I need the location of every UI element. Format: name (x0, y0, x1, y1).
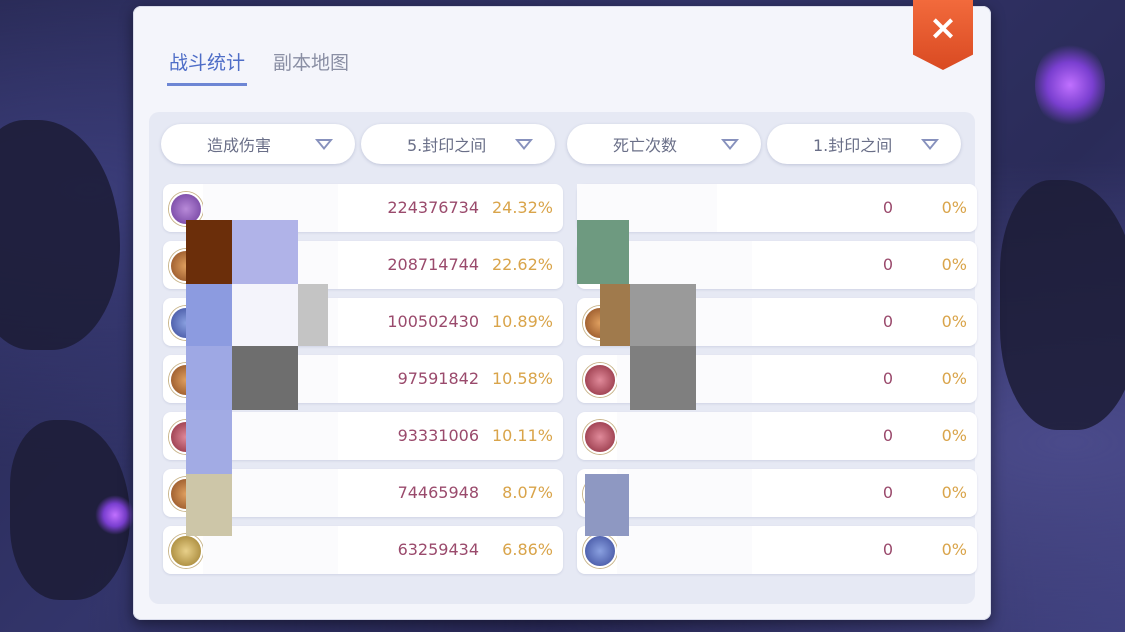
list-item: 0 0% (577, 469, 977, 517)
privacy-mosaic (630, 284, 696, 346)
death-value: 0 (882, 483, 893, 502)
damage-value: 224376734 (387, 198, 479, 217)
death-value: 0 (882, 198, 893, 217)
damage-percent: 24.32% (491, 198, 553, 217)
death-value: 0 (882, 369, 893, 388)
class-icon (583, 363, 617, 397)
stage-dropdown-left[interactable]: 5.封印之间 (361, 124, 555, 164)
blurred-player-name (617, 526, 752, 574)
damage-value: 97591842 (397, 369, 479, 388)
death-value: 0 (882, 426, 893, 445)
damage-value: 74465948 (397, 483, 479, 502)
background-rock (0, 120, 120, 350)
privacy-mosaic (232, 220, 298, 284)
damage-value: 208714744 (387, 255, 479, 274)
chevron-down-icon (921, 138, 939, 150)
close-icon: × (928, 8, 958, 48)
death-percent: 0% (941, 483, 967, 502)
chevron-down-icon (515, 138, 533, 150)
death-value: 0 (882, 540, 893, 559)
dropdown-label: 1.封印之间 (813, 136, 893, 155)
list-item: 0 0% (577, 412, 977, 460)
class-icon (583, 420, 617, 454)
damage-percent: 8.07% (502, 483, 553, 502)
privacy-mosaic (186, 284, 232, 346)
death-percent: 0% (941, 369, 967, 388)
privacy-mosaic (186, 346, 232, 410)
tab-dungeon-map[interactable]: 副本地图 (271, 46, 351, 86)
blurred-player-name (617, 412, 752, 460)
damage-value: 63259434 (397, 540, 479, 559)
stat-type-dropdown-right[interactable]: 死亡次数 (567, 124, 761, 164)
damage-percent: 10.11% (491, 426, 553, 445)
background-rock (1000, 180, 1125, 430)
death-value: 0 (882, 255, 893, 274)
list-item: 0 0% (577, 526, 977, 574)
privacy-mosaic (232, 346, 298, 410)
damage-percent: 10.58% (491, 369, 553, 388)
stat-type-dropdown-left[interactable]: 造成伤害 (161, 124, 355, 164)
dropdown-label: 5.封印之间 (407, 136, 487, 155)
class-icon (583, 534, 617, 568)
chevron-down-icon (315, 138, 333, 150)
death-percent: 0% (941, 426, 967, 445)
chevron-down-icon (721, 138, 739, 150)
privacy-mosaic (186, 410, 232, 474)
death-value: 0 (882, 312, 893, 331)
privacy-mosaic (186, 220, 232, 284)
privacy-mosaic (577, 220, 629, 284)
privacy-mosaic (630, 346, 696, 410)
privacy-mosaic (600, 284, 630, 346)
damage-value: 100502430 (387, 312, 479, 331)
death-percent: 0% (941, 312, 967, 331)
death-percent: 0% (941, 255, 967, 274)
dropdown-label: 造成伤害 (207, 136, 272, 155)
privacy-mosaic (186, 474, 232, 536)
stage-dropdown-right[interactable]: 1.封印之间 (767, 124, 961, 164)
privacy-mosaic (298, 284, 328, 346)
damage-percent: 22.62% (491, 255, 553, 274)
class-icon (169, 534, 203, 568)
blurred-player-name (617, 469, 752, 517)
blurred-player-name (617, 241, 752, 289)
damage-percent: 6.86% (502, 540, 553, 559)
filter-bar: 造成伤害 5.封印之间 死亡次数 1.封印之间 (161, 124, 967, 164)
privacy-mosaic (232, 284, 298, 346)
privacy-mosaic (585, 474, 629, 536)
tab-bar: 战斗统计 副本地图 (167, 46, 351, 86)
tab-battle-stats[interactable]: 战斗统计 (167, 46, 248, 86)
list-item: 0 0% (577, 241, 977, 289)
list-item: 0 0% (577, 184, 977, 232)
dropdown-label: 死亡次数 (613, 136, 678, 155)
death-percent: 0% (941, 198, 967, 217)
damage-percent: 10.89% (491, 312, 553, 331)
death-percent: 0% (941, 540, 967, 559)
damage-value: 93331006 (397, 426, 479, 445)
background-glow (95, 495, 135, 535)
background-glow (1035, 40, 1105, 130)
close-button[interactable]: × (913, 0, 973, 70)
